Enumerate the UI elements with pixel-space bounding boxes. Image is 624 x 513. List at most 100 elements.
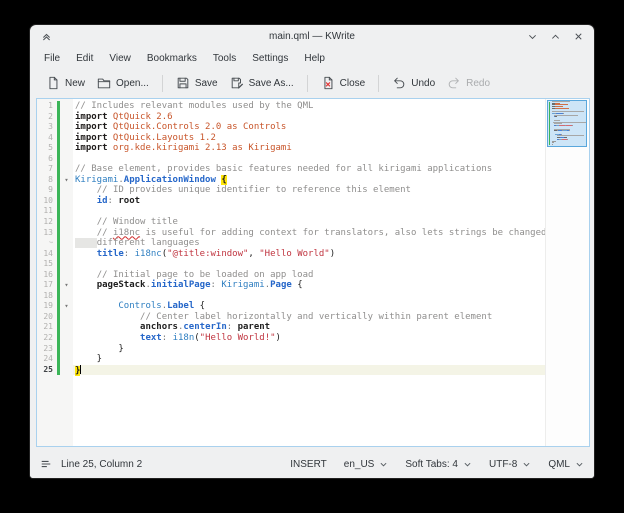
code-line: 10 id: root xyxy=(37,196,546,207)
line-number: 15 xyxy=(37,259,57,270)
keep-above-icon[interactable] xyxy=(39,30,53,44)
save-as-button[interactable]: Save As... xyxy=(224,72,300,94)
minimize-button[interactable] xyxy=(526,30,539,43)
statusbar-insert-mode[interactable]: INSERT xyxy=(290,459,327,470)
minimap-modified-marker xyxy=(549,102,550,145)
code-line: 15 xyxy=(37,259,546,270)
menu-help[interactable]: Help xyxy=(296,51,333,66)
close-button[interactable]: Close xyxy=(315,72,372,94)
code-line: 6 xyxy=(37,154,546,165)
code-text: Kirigami.ApplicationWindow { xyxy=(73,175,546,186)
menu-file[interactable]: File xyxy=(36,51,68,66)
statusbar-dictionary[interactable]: en_US xyxy=(344,459,389,470)
code-line: 2 import QtQuick 2.6 xyxy=(37,112,546,123)
save-button[interactable]: Save xyxy=(170,72,224,94)
main-toolbar: New Open... Save Save As... Close UndoRedo xyxy=(30,68,594,98)
code-text: import QtQuick 2.6 xyxy=(73,112,546,123)
line-number: 14 xyxy=(37,249,57,260)
title-bar[interactable]: main.qml — KWrite xyxy=(30,25,594,48)
statusbar-encoding[interactable]: UTF-8 xyxy=(489,459,531,470)
line-number: 6 xyxy=(37,154,57,165)
code-text xyxy=(73,259,546,270)
save-as-icon xyxy=(230,76,244,90)
line-number: 13 xyxy=(37,228,57,239)
code-text: // Initial page to be loaded on app load xyxy=(73,270,546,281)
fold-marker-icon[interactable]: ▾ xyxy=(60,280,73,291)
code-line: ↪ different languages xyxy=(37,238,546,249)
line-number: 24 xyxy=(37,354,57,365)
code-line: 14 title: i18nc("@title:window", "Hello … xyxy=(37,249,546,260)
toolbar-separator xyxy=(307,75,308,92)
menu-edit[interactable]: Edit xyxy=(68,51,101,66)
line-number: 5 xyxy=(37,143,57,154)
menu-tools[interactable]: Tools xyxy=(205,51,244,66)
cursor-position-label[interactable]: Line 25, Column 2 xyxy=(61,459,142,470)
code-text: import QtQuick.Controls 2.0 as Controls xyxy=(73,122,546,133)
chevron-down-icon xyxy=(463,461,472,468)
menu-settings[interactable]: Settings xyxy=(244,51,296,66)
text-editor-view[interactable]: 1// Includes relevant modules used by th… xyxy=(36,98,590,447)
code-line: 1// Includes relevant modules used by th… xyxy=(37,101,546,112)
code-text: // ID provides unique identifier to refe… xyxy=(73,185,546,196)
code-line: 25} xyxy=(37,365,546,376)
code-line: 12 // Window title xyxy=(37,217,546,228)
fold-column xyxy=(60,164,73,175)
word-count-icon[interactable] xyxy=(40,458,52,470)
code-text xyxy=(73,206,546,217)
line-number: 9 xyxy=(37,185,57,196)
open-folder-icon xyxy=(97,76,111,90)
undo-icon xyxy=(392,76,406,90)
chevron-down-icon xyxy=(379,461,388,468)
close-button[interactable] xyxy=(572,30,585,43)
line-number: 1 xyxy=(37,101,57,112)
menu-view[interactable]: View xyxy=(101,51,139,66)
fold-column xyxy=(60,206,73,217)
code-line: 19▾ Controls.Label { xyxy=(37,301,546,312)
statusbar-right-group: INSERT en_US Soft Tabs: 4 UTF-8 QML xyxy=(290,459,584,470)
fold-column xyxy=(60,185,73,196)
open-button[interactable]: Open... xyxy=(91,72,155,94)
fold-column xyxy=(60,291,73,302)
code-area[interactable]: 1// Includes relevant modules used by th… xyxy=(37,101,546,375)
line-number: 16 xyxy=(37,270,57,281)
scrollbar-minimap[interactable] xyxy=(547,100,587,147)
window-title: main.qml — KWrite xyxy=(30,31,594,42)
redo-button[interactable]: Redo xyxy=(441,72,496,94)
code-line: 4import QtQuick.Layouts 1.2 xyxy=(37,133,546,144)
new-button[interactable]: New xyxy=(40,72,91,94)
code-line: 11 xyxy=(37,206,546,217)
line-number: 2 xyxy=(37,112,57,123)
fold-column xyxy=(60,154,73,165)
statusbar-tab-settings-label: Soft Tabs: 4 xyxy=(405,459,458,470)
code-line: 8▾Kirigami.ApplicationWindow { xyxy=(37,175,546,186)
fold-column xyxy=(60,333,73,344)
undo-button[interactable]: Undo xyxy=(386,72,441,94)
scrollbar-track[interactable] xyxy=(545,99,589,446)
statusbar-syntax-mode-label: QML xyxy=(548,459,570,470)
fold-column xyxy=(60,238,73,249)
line-number: 21 xyxy=(37,322,57,333)
toolbar-button-label: Save As... xyxy=(249,78,294,89)
new-document-icon xyxy=(46,76,60,90)
code-text: import org.kde.kirigami 2.13 as Kirigami xyxy=(73,143,546,154)
wrap-marker: ↪ xyxy=(37,238,57,249)
toolbar-button-label: Save xyxy=(195,78,218,89)
menu-bookmarks[interactable]: Bookmarks xyxy=(139,51,205,66)
line-number: 22 xyxy=(37,333,57,344)
code-text: } xyxy=(73,354,546,365)
toolbar-separator xyxy=(162,75,163,92)
statusbar-syntax-mode[interactable]: QML xyxy=(548,459,584,470)
menu-bar: FileEditViewBookmarksToolsSettingsHelp xyxy=(30,48,594,68)
code-line: 3import QtQuick.Controls 2.0 as Controls xyxy=(37,122,546,133)
fold-marker-icon[interactable]: ▾ xyxy=(60,301,73,312)
code-line: 13 // i18nc is useful for adding context… xyxy=(37,228,546,239)
line-number: 23 xyxy=(37,344,57,355)
code-text: text: i18n("Hello World!") xyxy=(73,333,546,344)
fold-column xyxy=(60,270,73,281)
fold-marker-icon[interactable]: ▾ xyxy=(60,175,73,186)
toolbar-button-label: New xyxy=(65,78,85,89)
maximize-button[interactable] xyxy=(549,30,562,43)
statusbar-tab-settings[interactable]: Soft Tabs: 4 xyxy=(405,459,472,470)
fold-column xyxy=(60,344,73,355)
toolbar-button-label: Open... xyxy=(116,78,149,89)
